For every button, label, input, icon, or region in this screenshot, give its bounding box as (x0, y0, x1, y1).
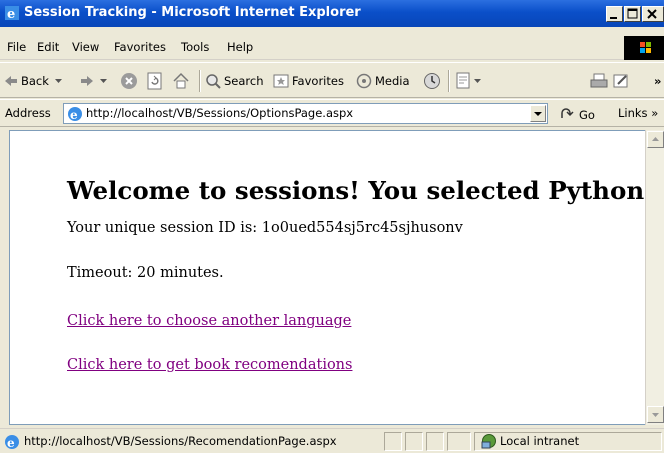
refresh-button[interactable] (146, 71, 164, 91)
stop-button[interactable] (120, 71, 138, 91)
back-button[interactable]: Back (4, 71, 62, 91)
scroll-down-button[interactable] (647, 406, 664, 423)
scroll-up-button[interactable] (647, 131, 664, 148)
status-url: http://localhost/VB/Sessions/Recomendati… (24, 434, 337, 448)
toolbar-separator (448, 70, 450, 92)
local-intranet-icon (480, 433, 498, 452)
security-zone-label: Local intranet (500, 434, 580, 448)
session-id-text: Your unique session ID is: 1o0ued554sj5r… (67, 220, 463, 236)
search-icon (205, 73, 221, 89)
close-button[interactable] (642, 6, 664, 22)
mail-button[interactable] (454, 71, 481, 91)
ie-app-icon[interactable]: e (4, 5, 20, 22)
status-pane (384, 432, 402, 451)
media-button[interactable]: Media (356, 71, 410, 91)
printer-icon (590, 72, 608, 90)
print-button[interactable] (590, 71, 608, 91)
back-arrow-icon (4, 74, 18, 88)
search-label: Search (224, 74, 264, 88)
go-arrow-icon (560, 106, 576, 123)
stop-icon (120, 72, 138, 90)
maximize-button[interactable] (624, 6, 641, 22)
menu-tools[interactable]: Tools (181, 40, 209, 54)
refresh-icon (146, 72, 164, 90)
toolbar-separator (199, 70, 201, 92)
favorites-star-icon (273, 73, 289, 89)
status-pane (447, 432, 471, 451)
home-icon (172, 72, 190, 90)
edit-page-icon (612, 72, 630, 90)
back-dropdown-icon[interactable] (54, 78, 62, 84)
toolbar-chevron[interactable]: » (654, 71, 661, 91)
menu-edit[interactable]: Edit (37, 40, 59, 54)
ie-status-icon: e (4, 434, 20, 453)
back-label: Back (21, 74, 49, 88)
page-content: Welcome to sessions! You selected Python… (9, 130, 654, 425)
forward-dropdown-icon[interactable] (100, 78, 107, 84)
search-button[interactable]: Search (205, 71, 264, 91)
menu-help[interactable]: Help (227, 40, 253, 54)
forward-button[interactable] (80, 71, 107, 91)
windows-logo-throbber (624, 36, 664, 60)
favorites-button[interactable]: Favorites (273, 71, 344, 91)
history-clock-icon (423, 72, 441, 90)
media-label: Media (375, 74, 410, 88)
links-button[interactable]: Links » (618, 106, 658, 120)
edit-button[interactable] (612, 71, 630, 91)
history-button[interactable] (423, 71, 441, 91)
ie-page-icon: e (67, 106, 83, 125)
go-button[interactable]: Go (560, 106, 595, 123)
choose-language-link[interactable]: Click here to choose another language (67, 313, 351, 329)
window-title: Session Tracking - Microsoft Internet Ex… (24, 5, 361, 20)
address-bar: Address e http://localhost/VB/Sessions/O… (0, 99, 664, 127)
forward-arrow-icon (80, 74, 94, 88)
menu-favorites[interactable]: Favorites (114, 40, 166, 54)
status-bar: e http://localhost/VB/Sessions/Recomenda… (0, 428, 664, 453)
mail-icon (454, 72, 472, 90)
book-recommendations-link[interactable]: Click here to get book recomendations (67, 357, 352, 373)
minimize-button[interactable] (606, 6, 623, 22)
timeout-text: Timeout: 20 minutes. (67, 265, 224, 281)
menu-bar: File Edit View Favorites Tools Help (0, 35, 664, 60)
home-button[interactable] (172, 71, 190, 91)
menu-view[interactable]: View (72, 40, 99, 54)
status-pane (426, 432, 444, 451)
menu-file[interactable]: File (7, 40, 26, 54)
go-label: Go (579, 107, 595, 122)
media-icon (356, 73, 372, 89)
svg-text:e: e (70, 108, 78, 122)
page-heading: Welcome to sessions! You selected Python… (67, 176, 653, 205)
status-pane (405, 432, 423, 451)
favorites-label: Favorites (292, 74, 344, 88)
title-bar[interactable]: e Session Tracking - Microsoft Internet … (0, 0, 664, 27)
address-label: Address (5, 106, 51, 120)
address-dropdown-button[interactable] (530, 105, 546, 122)
svg-text:e: e (7, 436, 15, 450)
mail-dropdown-icon[interactable] (474, 78, 481, 84)
address-url: http://localhost/VB/Sessions/OptionsPage… (86, 106, 354, 120)
svg-text:e: e (7, 7, 15, 21)
vertical-scrollbar[interactable] (645, 130, 664, 425)
standard-toolbar: Back Search Favorites Media » (0, 62, 664, 98)
address-input[interactable]: e http://localhost/VB/Sessions/OptionsPa… (63, 103, 548, 124)
